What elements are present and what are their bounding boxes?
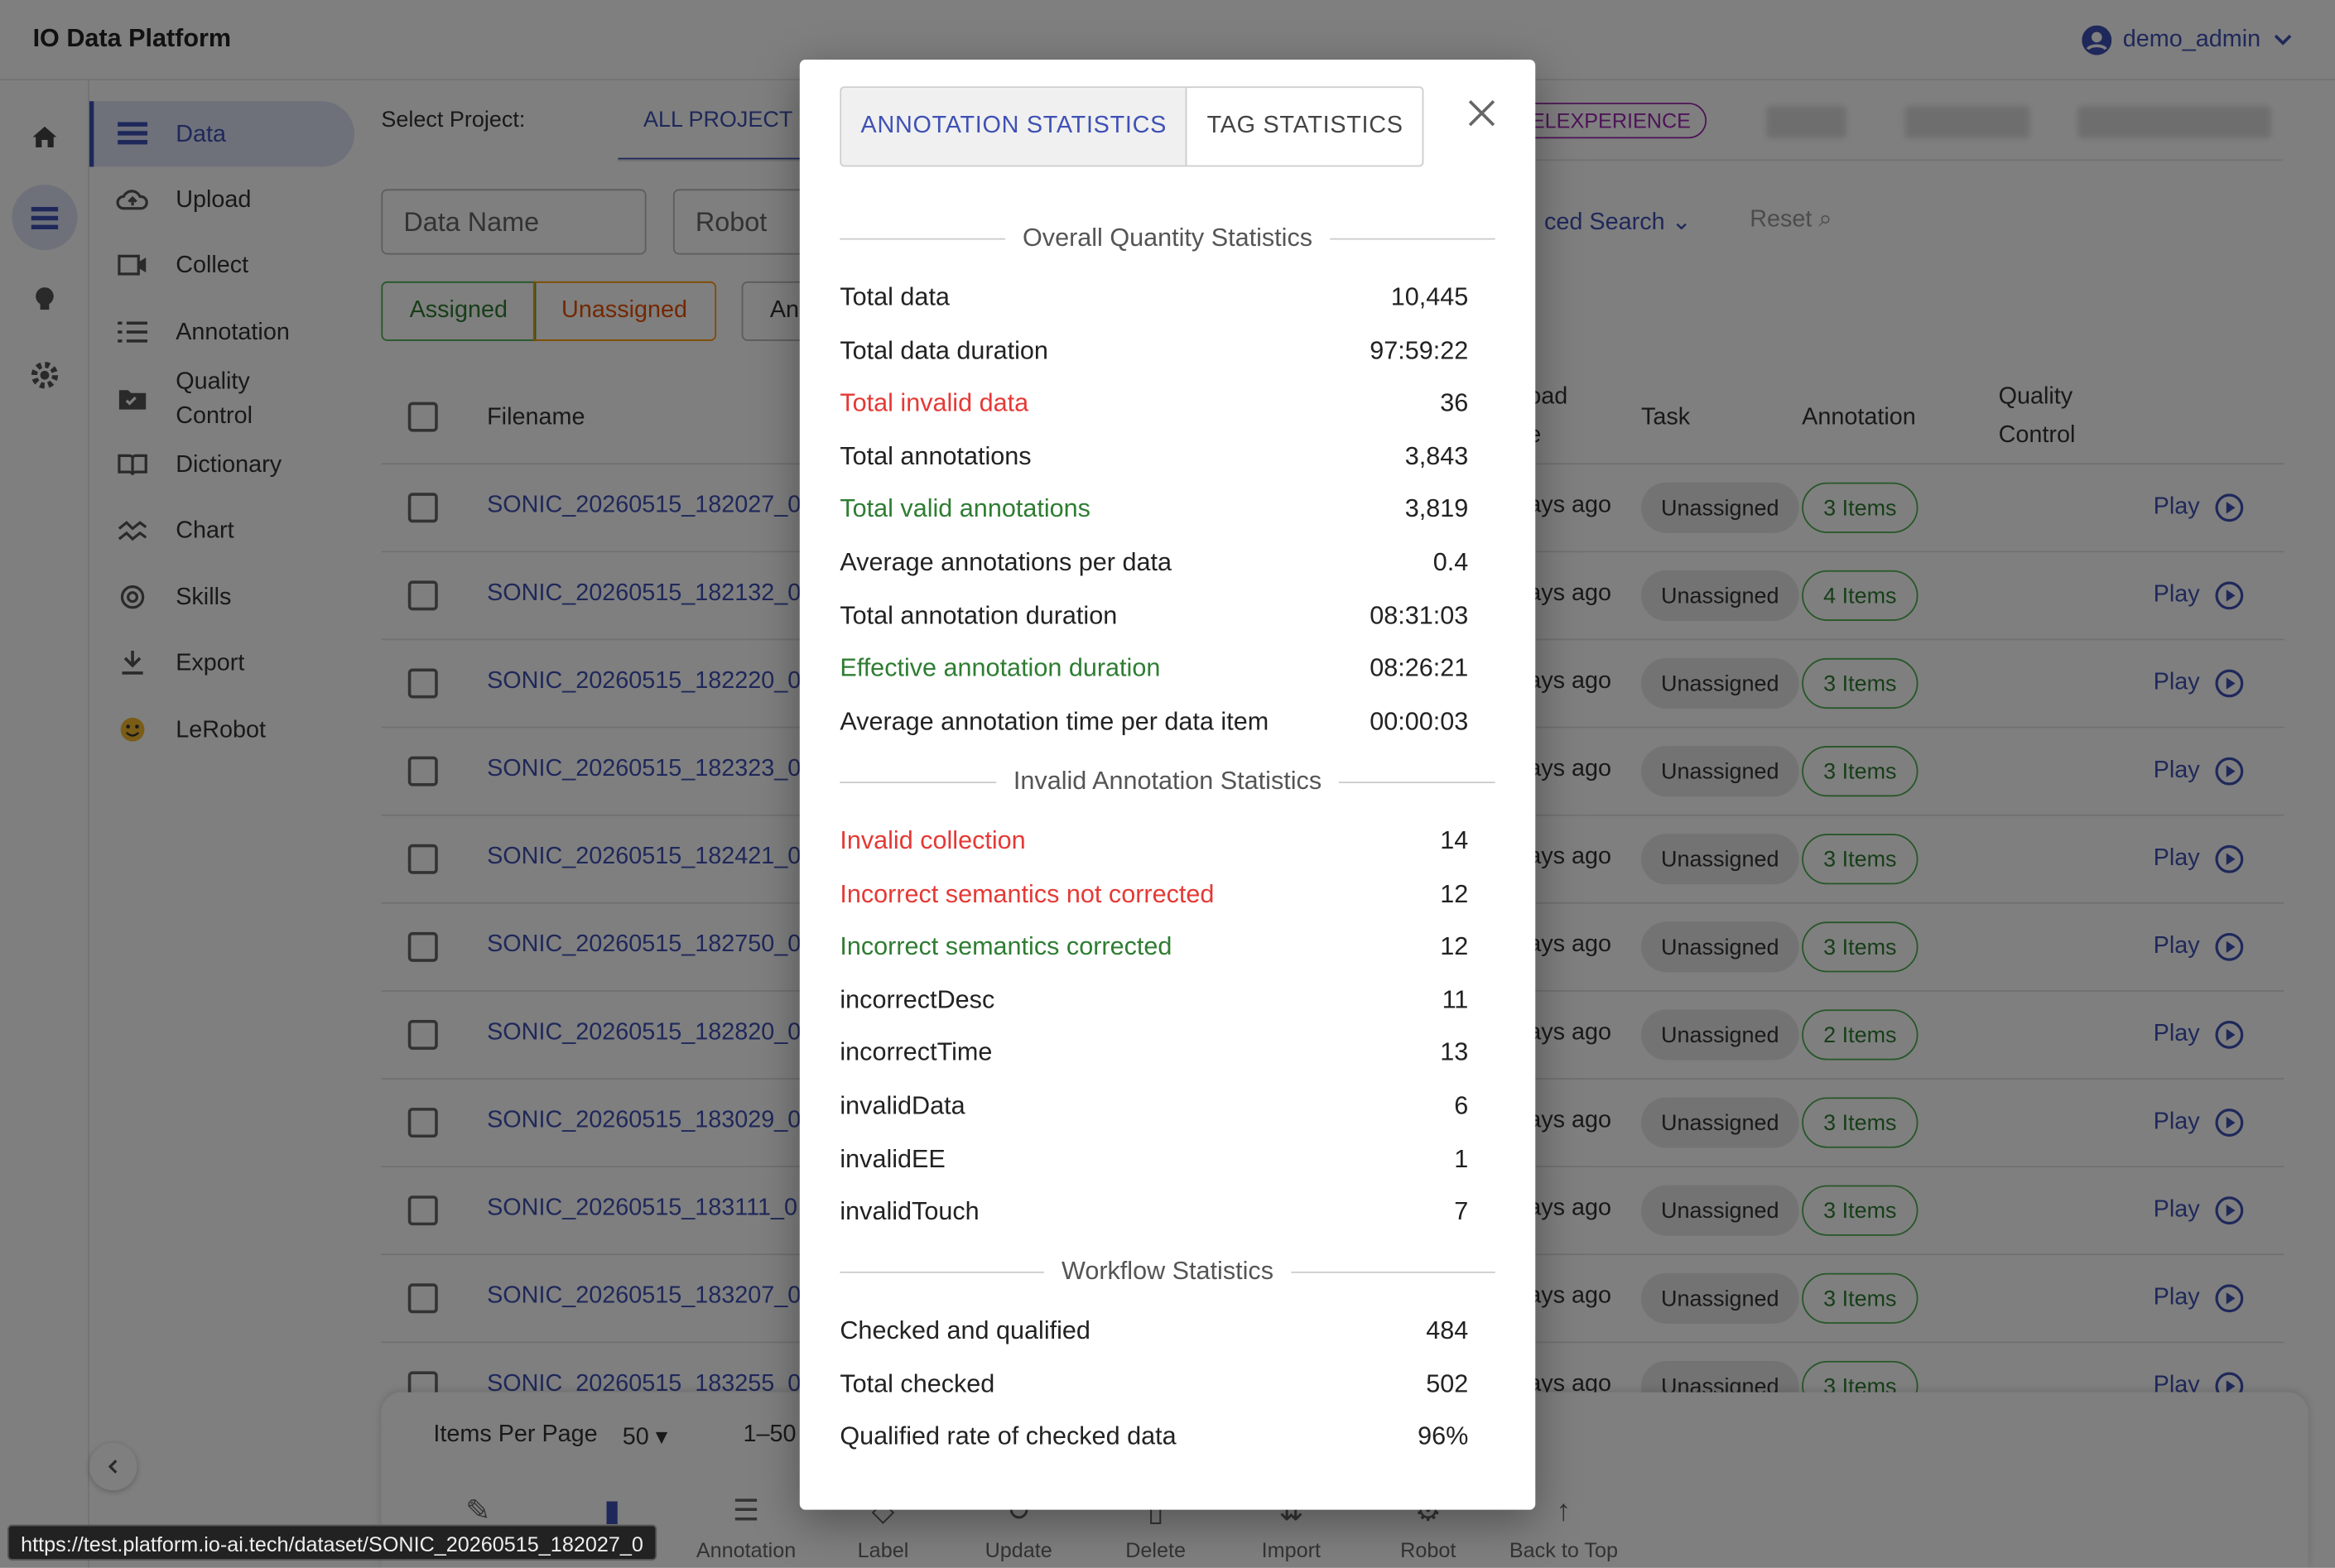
stat-label: Total annotation duration [840, 600, 1118, 630]
stat-label: incorrectDesc [840, 985, 995, 1014]
stat-row: invalidTouch 7 [840, 1197, 1468, 1233]
stat-row: Total data 10,445 [840, 283, 1468, 319]
stat-row: incorrectTime 13 [840, 1038, 1468, 1074]
stat-value: 08:26:21 [1370, 653, 1469, 683]
stat-value: 7 [1454, 1197, 1469, 1226]
section-title: Invalid Annotation Statistics [995, 767, 1340, 796]
stat-row: invalidData 6 [840, 1091, 1468, 1127]
stat-value: 6 [1454, 1091, 1469, 1120]
stat-label: Average annotations per data [840, 547, 1172, 577]
stat-row: Invalid collection 14 [840, 826, 1468, 862]
stat-row: Incorrect semantics not corrected 12 [840, 879, 1468, 915]
section-title: Workflow Statistics [1043, 1256, 1292, 1286]
stat-row: Qualified rate of checked data 96% [840, 1422, 1468, 1458]
stat-row: Total data duration 97:59:22 [840, 336, 1468, 372]
stat-label: Average annotation time per data item [840, 706, 1269, 736]
stat-row: Incorrect semantics corrected 12 [840, 932, 1468, 968]
stat-value: 3,819 [1404, 494, 1469, 523]
close-icon[interactable] [1466, 97, 1499, 130]
stat-label: invalidEE [840, 1144, 946, 1173]
stat-label: Invalid collection [840, 826, 1026, 855]
stat-row: Total valid annotations 3,819 [840, 495, 1468, 531]
stats-tabs: ANNOTATION STATISTICS TAG STATISTICS [840, 86, 1424, 167]
section-heading: Workflow Statistics [840, 1256, 1495, 1287]
stat-label: Checked and qualified [840, 1315, 1090, 1345]
stat-value: 484 [1426, 1315, 1469, 1345]
section-title: Overall Quantity Statistics [1004, 223, 1331, 252]
stat-row: invalidEE 1 [840, 1144, 1468, 1180]
stat-row: Average annotations per data 0.4 [840, 548, 1468, 584]
stat-row: Total invalid data 36 [840, 389, 1468, 425]
stat-label: Effective annotation duration [840, 653, 1161, 683]
stat-value: 11 [1442, 985, 1469, 1014]
stat-row: incorrectDesc 11 [840, 985, 1468, 1021]
stat-row: Effective annotation duration 08:26:21 [840, 654, 1468, 690]
stat-row: Total checked 502 [840, 1369, 1468, 1405]
tab-tag-statistics[interactable]: TAG STATISTICS [1187, 88, 1423, 166]
stat-row: Total annotations 3,843 [840, 442, 1468, 478]
stat-value: 12 [1440, 932, 1469, 961]
stat-value: 10,445 [1390, 282, 1469, 311]
statistics-dialog: ANNOTATION STATISTICS TAG STATISTICS Ove… [799, 59, 1536, 1510]
stat-label: Total annotations [840, 441, 1032, 470]
section-heading: Overall Quantity Statistics [840, 223, 1495, 253]
stat-value: 13 [1440, 1038, 1469, 1067]
stat-value: 00:00:03 [1370, 706, 1469, 736]
status-url: https://test.platform.io-ai.tech/dataset… [7, 1524, 657, 1561]
stat-label: Total checked [840, 1368, 995, 1398]
stat-value: 1 [1454, 1144, 1469, 1173]
stat-label: Total valid annotations [840, 494, 1090, 523]
stat-value: 96% [1418, 1421, 1469, 1451]
stat-value: 3,843 [1404, 441, 1469, 470]
stat-row: Average annotation time per data item 00:… [840, 707, 1468, 743]
stat-row: Checked and qualified 484 [840, 1316, 1468, 1352]
stat-label: invalidData [840, 1091, 965, 1120]
stat-label: invalidTouch [840, 1197, 980, 1226]
stat-label: Total invalid data [840, 388, 1029, 417]
stat-value: 502 [1426, 1368, 1469, 1398]
section-heading: Invalid Annotation Statistics [840, 767, 1495, 796]
stat-value: 12 [1440, 879, 1469, 908]
stat-label: Qualified rate of checked data [840, 1421, 1177, 1451]
stat-label: incorrectTime [840, 1038, 993, 1067]
stat-label: Total data [840, 282, 950, 311]
stat-value: 97:59:22 [1370, 335, 1469, 364]
stat-value: 14 [1440, 826, 1469, 855]
tab-annotation-statistics[interactable]: ANNOTATION STATISTICS [841, 88, 1188, 166]
stat-row: Total annotation duration 08:31:03 [840, 601, 1468, 637]
stat-label: Incorrect semantics corrected [840, 932, 1172, 961]
stat-label: Incorrect semantics not corrected [840, 879, 1215, 908]
stat-value: 36 [1440, 388, 1469, 417]
stat-label: Total data duration [840, 335, 1048, 364]
stat-value: 08:31:03 [1370, 600, 1469, 630]
stat-value: 0.4 [1432, 547, 1469, 577]
